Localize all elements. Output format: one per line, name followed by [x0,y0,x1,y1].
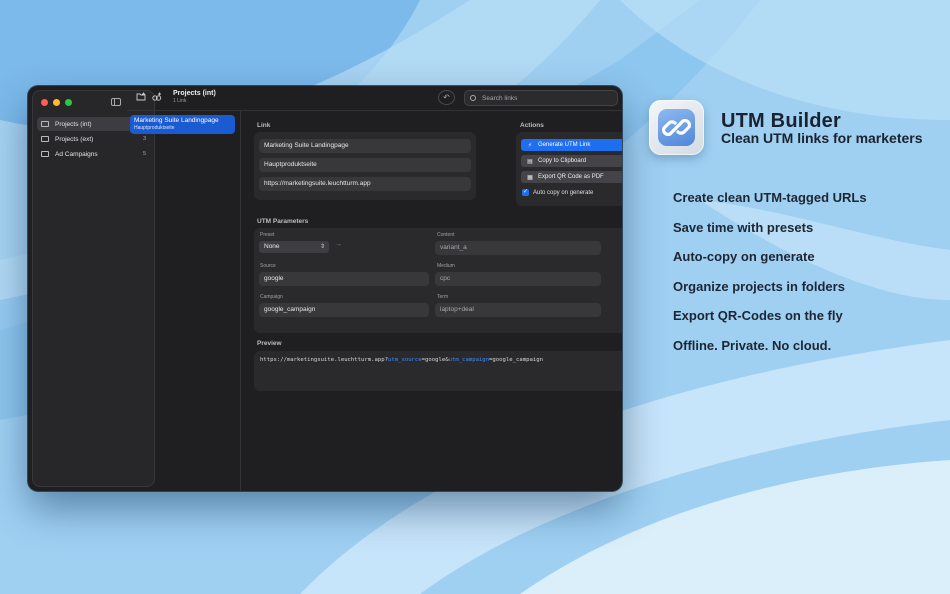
project-link-count: 1 Link [173,98,187,104]
preview-key-source: utm_source [387,357,422,363]
campaign-field[interactable]: google_campaign [259,303,429,317]
folder-icon [41,136,49,142]
minimize-window-button[interactable] [53,99,60,106]
link-list: Marketing Suite Landingpage Hauptprodukt… [127,110,241,491]
preview-card: https://marketingsuite.leuchtturm.app?ut… [254,351,622,391]
feature-item: Offline. Private. No cloud. [673,337,832,353]
utm-card: Preset None ⇕ → Content variant_a Source… [254,228,622,333]
preview-section-title: Preview [257,340,282,347]
search-field[interactable] [464,90,618,106]
new-folder-icon[interactable] [136,92,146,101]
arrow-right-icon: → [335,241,342,248]
utm-section-title: UTM Parameters [257,218,309,225]
window-controls [41,99,72,106]
new-link-icon[interactable] [152,92,162,101]
source-label: Source [260,263,276,269]
link-description-field[interactable]: Hauptproduktseite [259,158,471,172]
link-chain-icon [649,100,704,155]
link-title: Marketing Suite Landingpage [134,117,219,124]
feature-item: Auto-copy on generate [673,249,815,265]
term-label: Term [437,294,449,300]
link-subtitle: Hauptproduktseite [134,125,175,131]
link-name-field[interactable]: Marketing Suite Landingpage [259,139,471,153]
checkmark-icon: ✓ [522,189,529,196]
folder-icon [41,121,49,127]
bolt-icon: ⚡ [527,142,533,149]
export-qr-pdf-button[interactable]: ▦ Export QR Code as PDF [521,171,622,183]
close-window-button[interactable] [41,99,48,106]
source-field[interactable]: google [259,272,429,286]
preset-label: Preset [260,232,275,238]
auto-copy-label: Auto copy on generate [533,189,594,196]
detail-pane: Link Marketing Suite Landingpage Hauptpr… [242,110,622,491]
preview-value-source: =google& [421,357,449,363]
preview-base: https://marketingsuite.leuchtturm.app? [260,357,388,363]
preset-select[interactable]: None ⇕ [259,241,329,253]
medium-label: Medium [437,263,455,269]
search-input[interactable] [482,94,612,102]
preview-url[interactable]: https://marketingsuite.leuchtturm.app?ut… [260,357,543,363]
chain-glyph [661,118,692,137]
content-label: Content [437,232,455,238]
sidebar-toggle-icon[interactable] [111,98,121,106]
app-subtitle: Clean UTM links for marketers [721,130,923,146]
preview-value-campaign: =google_campaign [489,357,543,363]
preset-value: None [264,243,280,250]
project-title: Projects (int) [173,90,216,97]
zoom-window-button[interactable] [65,99,72,106]
export-label: Export QR Code as PDF [538,174,604,180]
app-icon-inner [658,109,695,146]
medium-field[interactable]: cpc [435,272,601,286]
link-url-field[interactable]: https://marketingsuite.leuchtturm.app [259,177,471,191]
app-window: Projects (int) 1 Projects (ext) 3 Ad Cam… [28,86,622,491]
content-field[interactable]: variant_a [435,241,601,255]
generate-utm-link-button[interactable]: ⚡ Generate UTM Link [521,139,622,151]
undo-icon[interactable]: ↶ [438,90,455,105]
feature-item: Export QR-Codes on the fly [673,308,843,324]
copy-label: Copy to Clipboard [538,158,587,164]
term-field[interactable]: laptop+deal [435,303,601,317]
toolbar-icons [136,92,162,101]
preview-key-campaign: utm_campaign [448,357,490,363]
feature-item: Create clean UTM-tagged URLs [673,190,867,205]
campaign-label: Campaign [260,294,283,300]
feature-item: Organize projects in folders [673,278,845,294]
link-list-item[interactable]: Marketing Suite Landingpage Hauptprodukt… [130,115,235,134]
chevron-updown-icon: ⇕ [319,244,325,250]
search-icon [470,95,476,101]
link-section-title: Link [257,122,271,129]
generate-label: Generate UTM Link [538,142,591,148]
feature-list: Create clean UTM-tagged URLs Save time w… [673,190,867,368]
feature-item: Save time with presets [673,219,814,235]
folder-icon [41,151,49,157]
auto-copy-checkbox[interactable]: ✓ Auto copy on generate [522,189,593,196]
actions-card: ⚡ Generate UTM Link ▤ Copy to Clipboard … [516,132,622,206]
copy-to-clipboard-button[interactable]: ▤ Copy to Clipboard [521,155,622,167]
qr-code-icon: ▦ [527,174,533,181]
actions-section-title: Actions [520,122,544,129]
link-card: Marketing Suite Landingpage Hauptprodukt… [254,132,476,200]
clipboard-icon: ▤ [527,158,533,165]
